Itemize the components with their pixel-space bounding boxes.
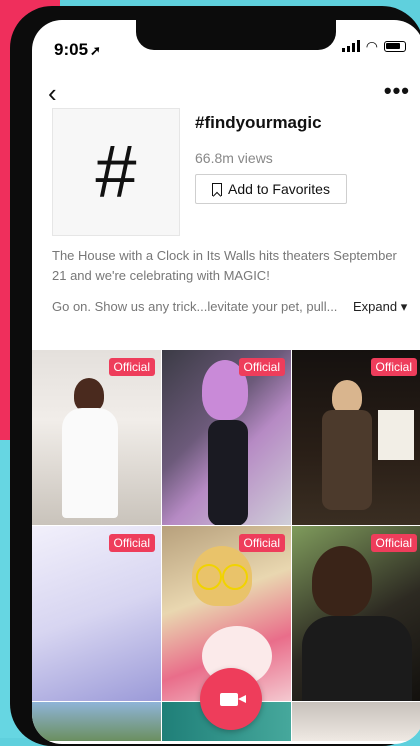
official-badge: Official — [108, 358, 155, 376]
video-tile[interactable]: Official — [32, 526, 162, 702]
description-snippet: Go on. Show us any trick...levitate your… — [52, 299, 338, 314]
battery-icon — [384, 40, 406, 52]
hashtag-views: 66.8m views — [195, 150, 273, 166]
person-body — [62, 408, 118, 518]
person-head — [312, 546, 372, 616]
back-chevron-icon[interactable]: ‹ — [48, 80, 57, 106]
glasses-icon — [196, 564, 222, 590]
expand-button[interactable]: Expand ▾ — [353, 299, 407, 315]
video-tile[interactable]: Official — [292, 526, 420, 702]
location-arrow-icon: ➚ — [90, 43, 101, 58]
hashtag-symbol: # — [95, 130, 137, 213]
official-badge: Official — [108, 534, 155, 552]
bookmark-icon — [212, 182, 223, 196]
time-label: 9:05 — [54, 40, 89, 59]
official-badge: Official — [370, 358, 417, 376]
favorites-label: Add to Favorites — [228, 181, 330, 197]
video-tile[interactable]: Official — [162, 350, 292, 526]
status-time: 9:05 ➚ — [54, 40, 101, 60]
video-tile[interactable]: Official — [292, 350, 420, 526]
video-tile[interactable] — [32, 702, 162, 742]
description-text: The House with a Clock in Its Walls hits… — [52, 248, 397, 283]
person-head — [74, 378, 104, 412]
glasses-icon — [222, 564, 248, 590]
wifi-icon: ◠ — [365, 38, 378, 54]
video-camera-icon — [220, 692, 246, 706]
official-badge: Official — [238, 358, 285, 376]
person-body — [302, 616, 412, 701]
video-tile[interactable] — [292, 702, 420, 742]
chair — [322, 410, 372, 510]
hashtag-thumbnail: # — [52, 108, 180, 236]
screen: 9:05 ➚ ◠ ‹ ••• # #findyourmagic 66.8m vie… — [32, 20, 420, 744]
phone-frame: 9:05 ➚ ◠ ‹ ••• # #findyourmagic 66.8m vie… — [10, 6, 420, 746]
hashtag-title: #findyourmagic — [195, 113, 322, 132]
official-badge: Official — [238, 534, 285, 552]
record-video-button[interactable] — [200, 668, 262, 730]
official-badge: Official — [370, 534, 417, 552]
notch — [136, 20, 336, 50]
video-tile[interactable]: Official — [32, 350, 162, 526]
person-head — [332, 380, 362, 414]
signal-icon — [341, 40, 360, 52]
status-icons: ◠ — [341, 38, 406, 54]
table — [378, 410, 414, 460]
more-dots-icon[interactable]: ••• — [384, 78, 410, 104]
add-to-favorites-button[interactable]: Add to Favorites — [195, 174, 347, 204]
person-body — [208, 420, 248, 525]
